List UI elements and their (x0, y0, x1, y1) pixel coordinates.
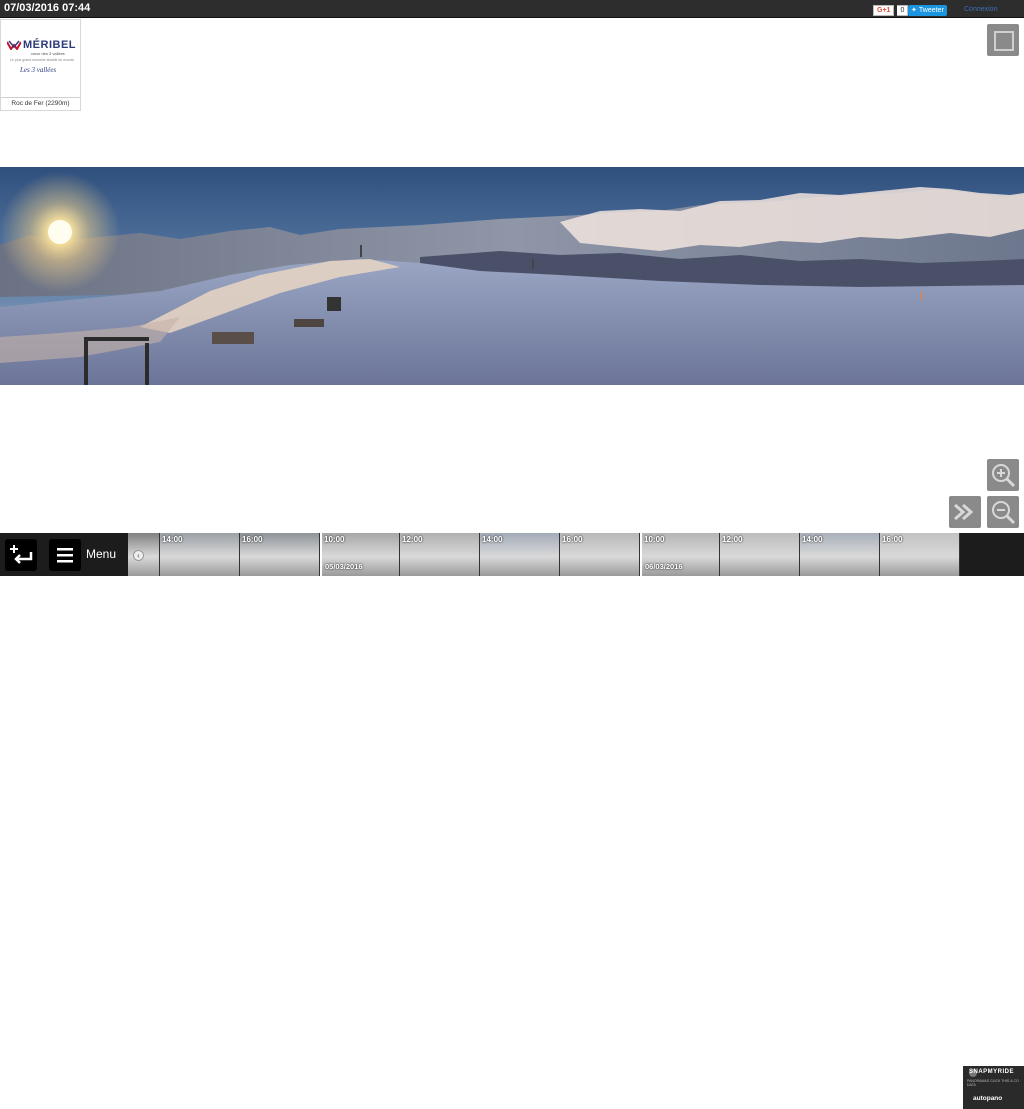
timeline-time: 16:00 (242, 535, 263, 544)
fullscreen-button[interactable] (987, 24, 1019, 56)
timeline-date: 05/03/2016 (325, 562, 363, 571)
resort-logo-panel[interactable]: MÉRIBEL cœur des 3 vallées Le plus grand… (0, 19, 81, 111)
panorama-datetime: 07/03/2016 07:44 (4, 2, 91, 14)
google-plus-label: G+1 (873, 5, 895, 16)
resort-brand-subtitle: cœur des 3 vallées (31, 51, 65, 56)
fast-forward-icon (954, 503, 974, 521)
tweet-label: Tweeter (918, 7, 944, 14)
google-plus-count: 0 (897, 5, 909, 16)
timeline-thumbnail[interactable]: 14:00 (160, 533, 240, 576)
meribel-m-logo-icon (7, 40, 21, 50)
timeline-thumbnail[interactable]: 16:00 (560, 533, 640, 576)
timeline-time: 16:00 (882, 535, 903, 544)
timeline-strip[interactable]: 14:00 16:00 10:00 05/03/2016 12:00 14:00 16:00… (128, 533, 962, 576)
timeline-thumbnail[interactable]: 12:00 (720, 533, 800, 576)
panorama-scene (0, 167, 1024, 385)
timeline-thumbnail[interactable]: 16:00 (880, 533, 960, 576)
snapmyride-title: SNAPMYRIDE (969, 1069, 1015, 1075)
back-button[interactable] (5, 539, 37, 571)
trois-vallees-logo: Les 3 vallées (20, 66, 57, 74)
timeline-thumbnail[interactable]: 16:00 (240, 533, 320, 576)
timeline-time: 14:00 (802, 535, 823, 544)
zoom-in-button[interactable] (987, 459, 1019, 491)
tweet-button[interactable]: ✦ Tweeter (908, 5, 947, 16)
zoom-out-icon (992, 501, 1016, 525)
timeline-date: 06/03/2016 (645, 562, 683, 571)
google-plus-button[interactable]: G+1 0 (873, 5, 909, 16)
timeline-thumbnail[interactable]: 10:00 06/03/2016 (640, 533, 720, 576)
snapmyride-subtitle: PANORAMAS CLICK THIS & CO DATA (967, 1079, 1019, 1087)
timeline-time: 12:00 (402, 535, 423, 544)
bottom-bar: Menu 14:00 16:00 10:00 05/03/2016 12:00 14:00… (0, 533, 1024, 1109)
timeline-thumbnail[interactable]: 14:00 (480, 533, 560, 576)
resort-tagline: Le plus grand domaine skiable du monde (9, 58, 74, 62)
zoom-in-icon (992, 464, 1016, 488)
timeline-thumbnail[interactable]: 10:00 05/03/2016 (320, 533, 400, 576)
timeline-scroll-handle[interactable]: ‹ (133, 550, 144, 561)
timeline-time: 10:00 (324, 535, 345, 544)
login-link[interactable]: Connexion (964, 5, 997, 14)
top-bar: 07/03/2016 07:44 G+1 0 ✦ Tweeter Connexio… (0, 0, 1024, 18)
menu-button[interactable] (49, 539, 81, 571)
camera-location: Roc de Fer (2290m) (1, 97, 80, 110)
autoplay-button[interactable] (949, 496, 981, 528)
add-return-icon (10, 545, 33, 564)
snapmyride-logo[interactable]: SNAPMYRIDE PANORAMAS CLICK THIS & CO DAT… (963, 1066, 1024, 1109)
timeline-time: 10:00 (644, 535, 665, 544)
zoom-out-button[interactable] (987, 496, 1019, 528)
menu-label[interactable]: Menu (86, 547, 116, 561)
autopano-label: autopano (973, 1095, 1003, 1102)
timeline-time: 14:00 (162, 535, 183, 544)
timeline-time: 16:00 (562, 535, 583, 544)
timeline-time: 14:00 (482, 535, 503, 544)
resort-brand: MÉRIBEL (23, 39, 76, 51)
timeline-thumbnail[interactable]: 14:00 (800, 533, 880, 576)
panorama-image[interactable] (0, 167, 1024, 385)
hamburger-icon (57, 548, 73, 563)
timeline-time: 12:00 (722, 535, 743, 544)
twitter-bird-icon: ✦ (911, 7, 917, 14)
timeline-thumbnail[interactable]: 12:00 (400, 533, 480, 576)
